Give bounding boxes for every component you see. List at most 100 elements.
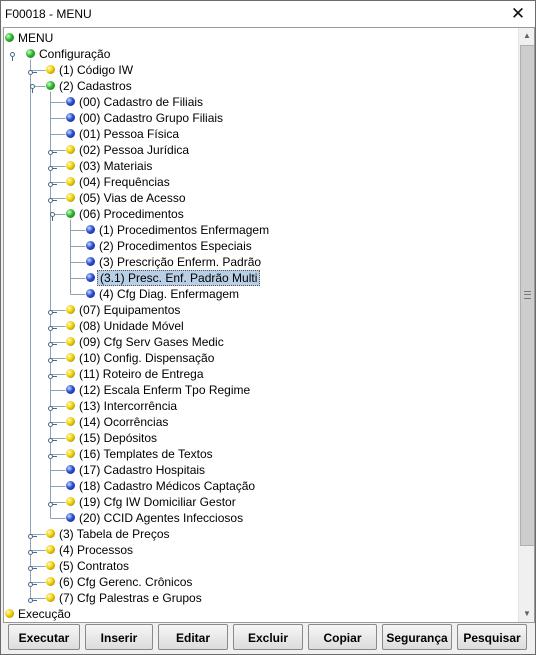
yellow-status-icon: [66, 193, 75, 202]
scroll-thumb[interactable]: [520, 45, 534, 546]
tree-item-label[interactable]: (17) Cadastro Hospitais: [77, 462, 207, 478]
tree-item[interactable]: (1) Código IW: [4, 62, 516, 78]
tree-item-label[interactable]: (06) Procedimentos: [77, 206, 186, 222]
tree-item[interactable]: (03) Materiais: [4, 158, 516, 174]
tree-item[interactable]: MENU: [4, 30, 516, 46]
tree-item-label[interactable]: (04) Frequências: [77, 174, 172, 190]
tree-item[interactable]: (5) Contratos: [4, 558, 516, 574]
yellow-status-icon: [46, 577, 55, 586]
tree-item-label[interactable]: (1) Código IW: [57, 62, 135, 78]
blue-status-icon: [86, 225, 95, 234]
tree-item-label[interactable]: (7) Cfg Palestras e Grupos: [57, 590, 204, 606]
tree-item-label[interactable]: (11) Roteiro de Entrega: [77, 366, 206, 382]
tree-item-label[interactable]: (15) Depósitos: [77, 430, 159, 446]
green-status-icon: [26, 49, 35, 58]
tree-item-label[interactable]: (3) Tabela de Preços: [57, 526, 172, 542]
tree-item-label[interactable]: Execução: [16, 606, 73, 622]
tree-item[interactable]: (13) Intercorrência: [4, 398, 516, 414]
tree-item-label[interactable]: (19) Cfg IW Domiciliar Gestor: [77, 494, 238, 510]
tree-item-label[interactable]: (07) Equipamentos: [77, 302, 182, 318]
tree-item[interactable]: (1) Procedimentos Enfermagem: [4, 222, 516, 238]
tree-item-label[interactable]: (5) Contratos: [57, 558, 131, 574]
tree-item[interactable]: (4) Processos: [4, 542, 516, 558]
blue-status-icon: [66, 113, 75, 122]
tree-item-label[interactable]: (16) Templates de Textos: [77, 446, 215, 462]
tree-item-label[interactable]: (2) Cadastros: [57, 78, 134, 94]
tree-item[interactable]: (04) Frequências: [4, 174, 516, 190]
tree-item[interactable]: (06) Procedimentos: [4, 206, 516, 222]
menu-tree[interactable]: MENU Configuração (1) Código IW (2) Cadastr…: [4, 28, 518, 622]
tree-item[interactable]: (2) Cadastros: [4, 78, 516, 94]
tree-item[interactable]: (3) Prescrição Enferm. Padrão: [4, 254, 516, 270]
tree-item[interactable]: (05) Vias de Acesso: [4, 190, 516, 206]
tree-item-label[interactable]: Configuração: [37, 46, 112, 62]
tree-item[interactable]: (6) Cfg Gerenc. Crônicos: [4, 574, 516, 590]
tree-item[interactable]: (10) Config. Dispensação: [4, 350, 516, 366]
tree-item-label[interactable]: (05) Vias de Acesso: [77, 190, 188, 206]
yellow-status-icon: [66, 497, 75, 506]
tree-item[interactable]: (07) Equipamentos: [4, 302, 516, 318]
tree-item-label[interactable]: (01) Pessoa Física: [77, 126, 181, 142]
tree-item[interactable]: Configuração: [4, 46, 516, 62]
tree-item[interactable]: (00) Cadastro Grupo Filiais: [4, 110, 516, 126]
tree-item[interactable]: (08) Unidade Móvel: [4, 318, 516, 334]
excluir-button[interactable]: Excluir: [233, 624, 303, 650]
blue-status-icon: [66, 513, 75, 522]
seguranca-button[interactable]: Segurança: [382, 624, 452, 650]
tree-item[interactable]: (3) Tabela de Preços: [4, 526, 516, 542]
tree-item[interactable]: (17) Cadastro Hospitais: [4, 462, 516, 478]
yellow-status-icon: [46, 593, 55, 602]
tree-item[interactable]: (09) Cfg Serv Gases Medic: [4, 334, 516, 350]
tree-item-label[interactable]: (03) Materiais: [77, 158, 154, 174]
tree-item-label[interactable]: (09) Cfg Serv Gases Medic: [77, 334, 226, 350]
blue-status-icon: [86, 289, 95, 298]
tree-item[interactable]: (12) Escala Enferm Tpo Regime: [4, 382, 516, 398]
tree-item[interactable]: (4) Cfg Diag. Enfermagem: [4, 286, 516, 302]
tree-item-label[interactable]: MENU: [16, 30, 55, 46]
tree-item-label[interactable]: (20) CCID Agentes Infecciosos: [77, 510, 245, 526]
copiar-button[interactable]: Copiar: [308, 624, 377, 650]
tree-item-label[interactable]: (08) Unidade Móvel: [77, 318, 186, 334]
tree-item-label[interactable]: (12) Escala Enferm Tpo Regime: [77, 382, 252, 398]
pesquisar-button[interactable]: Pesquisar: [457, 624, 527, 650]
title-bar: F00018 - MENU ✕: [1, 1, 535, 27]
tree-item[interactable]: (16) Templates de Textos: [4, 446, 516, 462]
tree-item[interactable]: (00) Cadastro de Filiais: [4, 94, 516, 110]
tree-item[interactable]: (11) Roteiro de Entrega: [4, 366, 516, 382]
inserir-button[interactable]: Inserir: [85, 624, 153, 650]
scroll-grip-icon: [524, 291, 531, 299]
tree-item-label[interactable]: (4) Processos: [57, 542, 135, 558]
tree-item-label[interactable]: (1) Procedimentos Enfermagem: [97, 222, 271, 238]
tree-item[interactable]: (14) Ocorrências: [4, 414, 516, 430]
close-icon[interactable]: ✕: [507, 3, 529, 25]
tree-item[interactable]: (18) Cadastro Médicos Captação: [4, 478, 516, 494]
tree-item-label[interactable]: (02) Pessoa Jurídica: [77, 142, 191, 158]
blue-status-icon: [66, 481, 75, 490]
tree-item[interactable]: Execução: [4, 606, 516, 622]
tree-item-label[interactable]: (6) Cfg Gerenc. Crônicos: [57, 574, 194, 590]
tree-item[interactable]: (01) Pessoa Física: [4, 126, 516, 142]
tree-item[interactable]: (20) CCID Agentes Infecciosos: [4, 510, 516, 526]
tree-item-label[interactable]: (18) Cadastro Médicos Captação: [77, 478, 257, 494]
tree-item[interactable]: (7) Cfg Palestras e Grupos: [4, 590, 516, 606]
tree-item[interactable]: (15) Depósitos: [4, 430, 516, 446]
tree-item-label[interactable]: (10) Config. Dispensação: [77, 350, 216, 366]
tree-item[interactable]: (3.1) Presc. Enf. Padrão Multi: [4, 270, 516, 286]
tree-item-label[interactable]: (3) Prescrição Enferm. Padrão: [97, 254, 263, 270]
tree-item-label[interactable]: (13) Intercorrência: [77, 398, 179, 414]
tree-item-label[interactable]: (14) Ocorrências: [77, 414, 170, 430]
vertical-scrollbar[interactable]: ▲ ▼: [518, 28, 534, 622]
green-status-icon: [46, 81, 55, 90]
tree-item-label[interactable]: (4) Cfg Diag. Enfermagem: [97, 286, 241, 302]
tree-item[interactable]: (19) Cfg IW Domiciliar Gestor: [4, 494, 516, 510]
tree-item-label-selected[interactable]: (3.1) Presc. Enf. Padrão Multi: [97, 270, 261, 286]
tree-item-label[interactable]: (00) Cadastro de Filiais: [77, 94, 205, 110]
tree-item-label[interactable]: (2) Procedimentos Especiais: [97, 238, 254, 254]
tree-item-label[interactable]: (00) Cadastro Grupo Filiais: [77, 110, 225, 126]
executar-button[interactable]: Executar: [8, 624, 80, 650]
scroll-up-icon[interactable]: ▲: [519, 28, 534, 44]
tree-item[interactable]: (02) Pessoa Jurídica: [4, 142, 516, 158]
editar-button[interactable]: Editar: [158, 624, 228, 650]
scroll-down-icon[interactable]: ▼: [519, 606, 534, 622]
tree-item[interactable]: (2) Procedimentos Especiais: [4, 238, 516, 254]
